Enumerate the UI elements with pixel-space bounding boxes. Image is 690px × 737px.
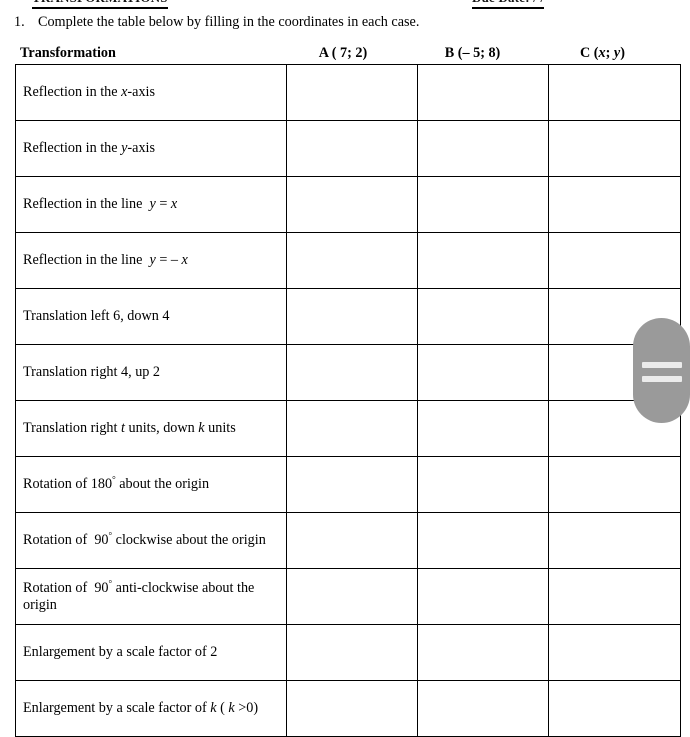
answer-cell-c[interactable]	[548, 64, 681, 121]
table-body: Reflection in the x-axis Reflection in t…	[15, 64, 681, 737]
table-row: Rotation of 180° about the origin	[15, 456, 681, 513]
transformation-label: Reflection in the x-axis	[15, 64, 287, 121]
answer-cell-b[interactable]	[417, 232, 549, 289]
answer-cell-a[interactable]	[286, 64, 418, 121]
answer-cell-c[interactable]	[548, 680, 681, 737]
question-number: 1.	[14, 14, 25, 30]
transformation-label: Rotation of 90° anti-clockwise about the…	[15, 568, 287, 625]
answer-cell-b[interactable]	[417, 512, 549, 569]
answer-cell-c[interactable]	[548, 232, 681, 289]
transformation-label: Translation right 4, up 2	[15, 344, 287, 401]
table-row: Enlargement by a scale factor of k ( k >…	[15, 680, 681, 737]
table-row: Reflection in the line y = – x	[15, 232, 681, 289]
transformation-label: Rotation of 90° clockwise about the orig…	[15, 512, 287, 569]
answer-cell-b[interactable]	[417, 624, 549, 681]
question-prompt: 1. Complete the table below by filling in…	[14, 14, 654, 31]
answer-cell-b[interactable]	[417, 64, 549, 121]
table-row: Rotation of 90° clockwise about the orig…	[15, 512, 681, 569]
drag-handle-bar-icon	[642, 376, 682, 382]
page-header-strip: TRANSFORMATIONS Due Date: / /	[0, 0, 690, 10]
answer-cell-a[interactable]	[286, 512, 418, 569]
table-row: Reflection in the x-axis	[15, 64, 681, 121]
transformation-label: Reflection in the y-axis	[15, 120, 287, 177]
transformation-label: Enlargement by a scale factor of k ( k >…	[15, 680, 287, 737]
answer-cell-b[interactable]	[417, 456, 549, 513]
column-header-point-c: C (x; y)	[580, 45, 625, 61]
transformation-table: Reflection in the x-axis Reflection in t…	[15, 64, 681, 737]
transformation-label: Translation left 6, down 4	[15, 288, 287, 345]
transformation-label: Rotation of 180° about the origin	[15, 456, 287, 513]
transformation-label: Reflection in the line y = x	[15, 176, 287, 233]
transformation-label: Translation right t units, down k units	[15, 400, 287, 457]
column-header-point-a: A ( 7; 2)	[318, 45, 368, 61]
answer-cell-a[interactable]	[286, 624, 418, 681]
table-row: Reflection in the y-axis	[15, 120, 681, 177]
answer-cell-a[interactable]	[286, 568, 418, 625]
transformation-label: Enlargement by a scale factor of 2	[15, 624, 287, 681]
table-column-headers: Transformation A ( 7; 2) B (– 5; 8) C (x…	[0, 44, 690, 64]
answer-cell-c[interactable]	[548, 120, 681, 177]
column-header-transformation: Transformation	[20, 45, 116, 61]
answer-cell-b[interactable]	[417, 120, 549, 177]
answer-cell-a[interactable]	[286, 400, 418, 457]
drag-handle[interactable]	[633, 318, 690, 423]
answer-cell-b[interactable]	[417, 176, 549, 233]
answer-cell-c[interactable]	[548, 456, 681, 513]
answer-cell-b[interactable]	[417, 568, 549, 625]
table-row: Translation right 4, up 2	[15, 344, 681, 401]
table-row: Reflection in the line y = x	[15, 176, 681, 233]
column-header-point-b: B (– 5; 8)	[444, 45, 501, 61]
answer-cell-a[interactable]	[286, 176, 418, 233]
transformation-label: Reflection in the line y = – x	[15, 232, 287, 289]
answer-cell-b[interactable]	[417, 288, 549, 345]
answer-cell-a[interactable]	[286, 456, 418, 513]
answer-cell-a[interactable]	[286, 120, 418, 177]
table-row: Rotation of 90° anti-clockwise about the…	[15, 568, 681, 625]
answer-cell-a[interactable]	[286, 680, 418, 737]
answer-cell-c[interactable]	[548, 176, 681, 233]
table-row: Enlargement by a scale factor of 2	[15, 624, 681, 681]
due-date-label: Due Date: / /	[472, 0, 545, 9]
answer-cell-c[interactable]	[548, 568, 681, 625]
table-row: Translation left 6, down 4	[15, 288, 681, 345]
answer-cell-b[interactable]	[417, 680, 549, 737]
drag-handle-bar-icon	[642, 362, 682, 368]
answer-cell-a[interactable]	[286, 288, 418, 345]
answer-cell-b[interactable]	[417, 400, 549, 457]
answer-cell-c[interactable]	[548, 624, 681, 681]
answer-cell-b[interactable]	[417, 344, 549, 401]
answer-cell-a[interactable]	[286, 232, 418, 289]
answer-cell-a[interactable]	[286, 344, 418, 401]
table-row: Translation right t units, down k units	[15, 400, 681, 457]
document-title: TRANSFORMATIONS	[32, 0, 168, 9]
question-text: Complete the table below by filling in t…	[38, 14, 420, 30]
answer-cell-c[interactable]	[548, 512, 681, 569]
